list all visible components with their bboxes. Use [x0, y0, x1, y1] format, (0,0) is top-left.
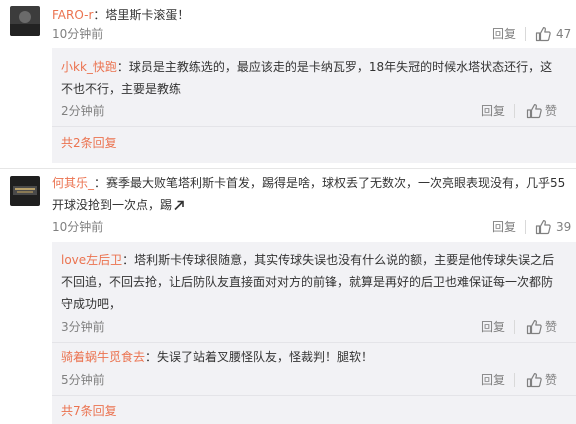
more-replies-link[interactable]: 共7条回复 — [61, 402, 117, 420]
reply-time: 5分钟前 — [61, 373, 105, 387]
reply-body-line2: 不也不行，主要是教练 — [61, 82, 182, 96]
divider — [525, 220, 526, 234]
more-replies-link[interactable]: 共2条回复 — [61, 134, 117, 152]
thumbs-up-icon[interactable] — [535, 219, 551, 235]
comment-time: 10分钟前 — [52, 220, 104, 234]
reply-body: ：失误了站着叉腰怪队友，怪裁判！腿软！ — [145, 350, 374, 364]
reply-button[interactable]: 回复 — [481, 102, 505, 120]
avatar-image — [10, 6, 40, 36]
reply-text: 骑着蜗牛觅食去：失误了站着叉腰怪队友，怪裁判！腿软！ — [61, 348, 373, 366]
like-label[interactable]: 赞 — [545, 318, 557, 336]
comment-body-line1: ：赛季最大败笔塔利斯卡首发，踢得是啥，球权丢了无数次，一次亮眼表现没有，几乎55 — [94, 176, 566, 190]
reply-text: love左后卫：塔利斯卡传球很随意，其实传球失误也没有什么说的额，主要是他传球失… — [61, 251, 554, 269]
divider — [514, 373, 515, 387]
comment-username[interactable]: 何其乐_ — [52, 176, 94, 190]
comment-username[interactable]: FARO-r — [52, 8, 93, 22]
avatar[interactable] — [10, 176, 40, 206]
divider — [52, 342, 576, 343]
reply-button[interactable]: 回复 — [492, 218, 516, 236]
divider — [514, 104, 515, 118]
comment-text: 何其乐_：赛季最大败笔塔利斯卡首发，踢得是啥，球权丢了无数次，一次亮眼表现没有，… — [52, 174, 565, 192]
reply-body-line1: ：球员是主教练选的，最应该走的是卡纳瓦罗，18年失冠的时候水塔状态还行，这 — [116, 60, 553, 74]
reply-body-line1: ：塔利斯卡传球很随意，其实传球失误也没有什么说的额，主要是他传球失误之后 — [122, 253, 555, 267]
reply-username[interactable]: 小kk_快跑 — [61, 60, 117, 74]
thumbs-up-icon[interactable] — [526, 319, 542, 335]
divider — [52, 126, 576, 127]
reply-username[interactable]: love左后卫 — [61, 253, 122, 267]
like-count: 47 — [556, 27, 572, 41]
reply-button[interactable]: 回复 — [492, 25, 516, 43]
like-label[interactable]: 赞 — [545, 371, 557, 389]
divider — [525, 27, 526, 41]
divider — [52, 395, 576, 396]
reply-text: 小kk_快跑：球员是主教练选的，最应该走的是卡纳瓦罗，18年失冠的时候水塔状态还… — [61, 58, 552, 76]
reply-body-line3: 守成功吧， — [61, 297, 122, 311]
arrow-up-right-icon[interactable] — [173, 199, 185, 211]
thumbs-up-icon[interactable] — [526, 372, 542, 388]
reply-time: 3分钟前 — [61, 320, 105, 334]
comment-time: 10分钟前 — [52, 27, 104, 41]
comment-body-line2-wrap: 开球没抢到一次点，踢 — [52, 196, 185, 214]
divider — [0, 168, 576, 169]
reply-button[interactable]: 回复 — [481, 318, 505, 336]
avatar-image — [10, 176, 40, 206]
reply-time: 2分钟前 — [61, 104, 105, 118]
thumbs-up-icon[interactable] — [526, 103, 542, 119]
comment-text: FARO-r：塔里斯卡滚蛋！ — [52, 6, 189, 24]
divider — [514, 320, 515, 334]
avatar[interactable] — [10, 6, 40, 36]
comment-body-line2: 开球没抢到一次点，踢 — [52, 198, 173, 212]
reply-username[interactable]: 骑着蜗牛觅食去 — [61, 350, 145, 364]
reply-button[interactable]: 回复 — [481, 371, 505, 389]
thumbs-up-icon[interactable] — [535, 26, 551, 42]
comment-body: ：塔里斯卡滚蛋！ — [93, 8, 190, 22]
like-count: 39 — [556, 220, 572, 234]
reply-body-line2: 不回追，不回去抢，让后防队友直接面对对方的前锋，就算是再好的后卫也难保证每一次都… — [61, 275, 554, 289]
like-label[interactable]: 赞 — [545, 102, 557, 120]
